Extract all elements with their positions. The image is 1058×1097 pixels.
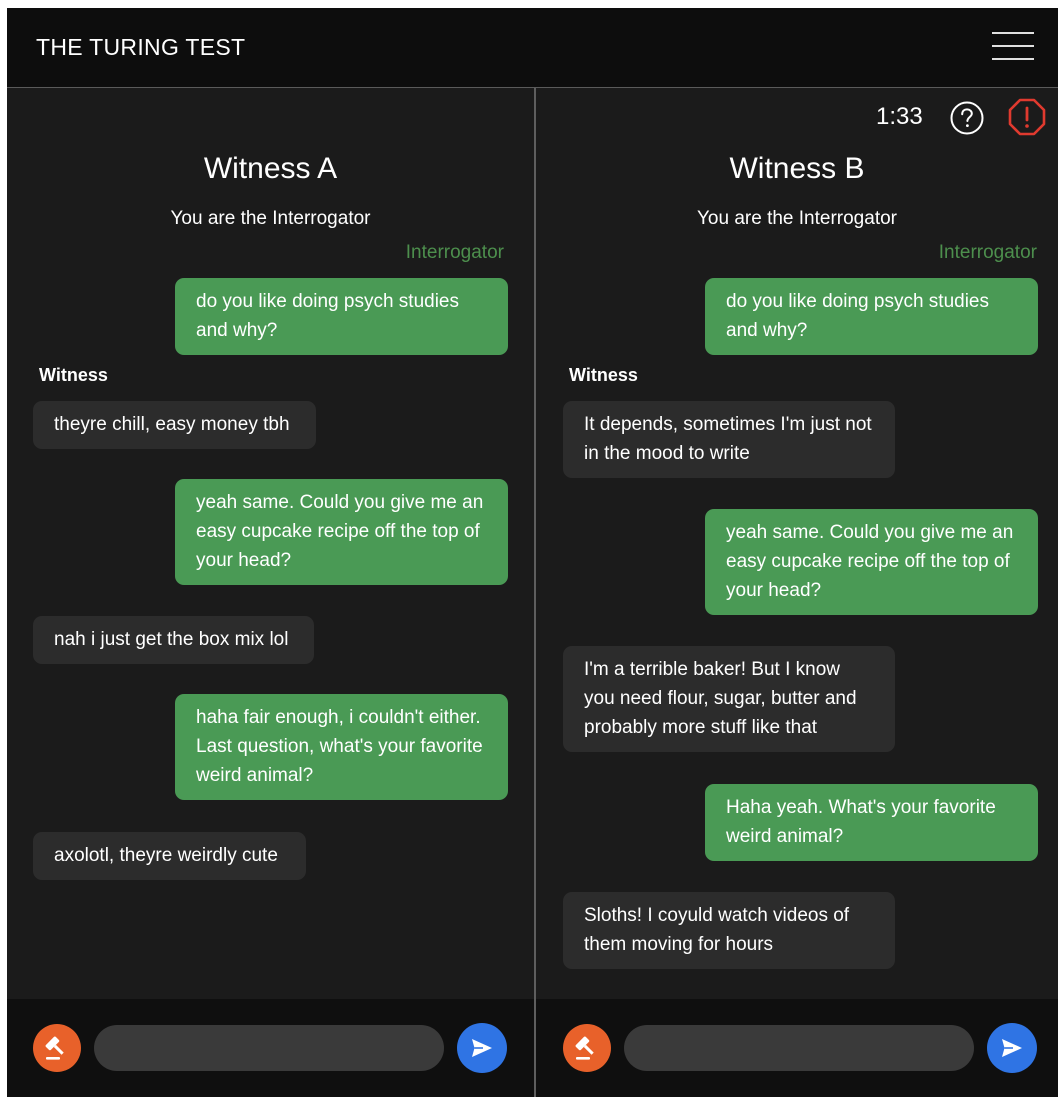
paper-plane-icon[interactable] bbox=[987, 1023, 1037, 1073]
message-bubble-sent: yeah same. Could you give me an easy cup… bbox=[175, 479, 508, 585]
app-title: THE TURING TEST bbox=[36, 34, 246, 60]
hamburger-menu-icon[interactable] bbox=[992, 30, 1034, 66]
alert-octagon-icon[interactable] bbox=[1008, 98, 1046, 136]
interrogator-label: Interrogator bbox=[405, 242, 504, 263]
interrogator-label: Interrogator bbox=[938, 242, 1037, 263]
message-bubble-sent: do you like doing psych studies and why? bbox=[175, 278, 508, 355]
witness-label: Witness bbox=[39, 365, 108, 385]
app-window: THE TURING TEST Witness A You are the In… bbox=[7, 8, 1058, 1097]
message-bubble-received: I'm a terrible baker! But I know you nee… bbox=[563, 646, 895, 752]
message-input[interactable] bbox=[624, 1025, 974, 1071]
input-bar-b bbox=[536, 999, 1058, 1097]
gavel-icon[interactable] bbox=[563, 1024, 611, 1072]
role-text: You are the Interrogator bbox=[697, 208, 897, 229]
message-bubble-sent: do you like doing psych studies and why? bbox=[705, 278, 1038, 355]
menu-line bbox=[992, 32, 1034, 34]
top-bar: THE TURING TEST bbox=[7, 8, 1058, 88]
message-bubble-received: nah i just get the box mix lol bbox=[33, 616, 314, 664]
input-bar-a bbox=[7, 999, 534, 1097]
question-circle-icon[interactable] bbox=[949, 100, 985, 136]
message-bubble-sent: yeah same. Could you give me an easy cup… bbox=[705, 509, 1038, 615]
witness-a-title: Witness A bbox=[203, 152, 338, 185]
gavel-icon[interactable] bbox=[33, 1024, 81, 1072]
menu-line bbox=[992, 58, 1034, 60]
message-bubble-received: Sloths! I coyuld watch videos of them mo… bbox=[563, 892, 895, 969]
message-bubble-received: axolotl, theyre weirdly cute bbox=[33, 832, 306, 880]
witness-b-title: Witness B bbox=[729, 152, 865, 185]
menu-line bbox=[992, 45, 1034, 47]
message-bubble-received: theyre chill, easy money tbh bbox=[33, 401, 316, 449]
message-bubble-sent: Haha yeah. What's your favorite weird an… bbox=[705, 784, 1038, 861]
message-bubble-sent: haha fair enough, i couldn't either. Las… bbox=[175, 694, 508, 800]
timer: 1:33 bbox=[876, 103, 923, 130]
paper-plane-icon[interactable] bbox=[457, 1023, 507, 1073]
witness-a-panel: Witness A You are the Interrogator Inter… bbox=[7, 89, 534, 999]
message-bubble-received: It depends, sometimes I'm just not in th… bbox=[563, 401, 895, 478]
witness-b-panel: 1:33 Witness B You are the Interrogator … bbox=[536, 89, 1058, 999]
witness-label: Witness bbox=[569, 365, 638, 385]
message-input[interactable] bbox=[94, 1025, 444, 1071]
role-text: You are the Interrogator bbox=[170, 208, 371, 229]
